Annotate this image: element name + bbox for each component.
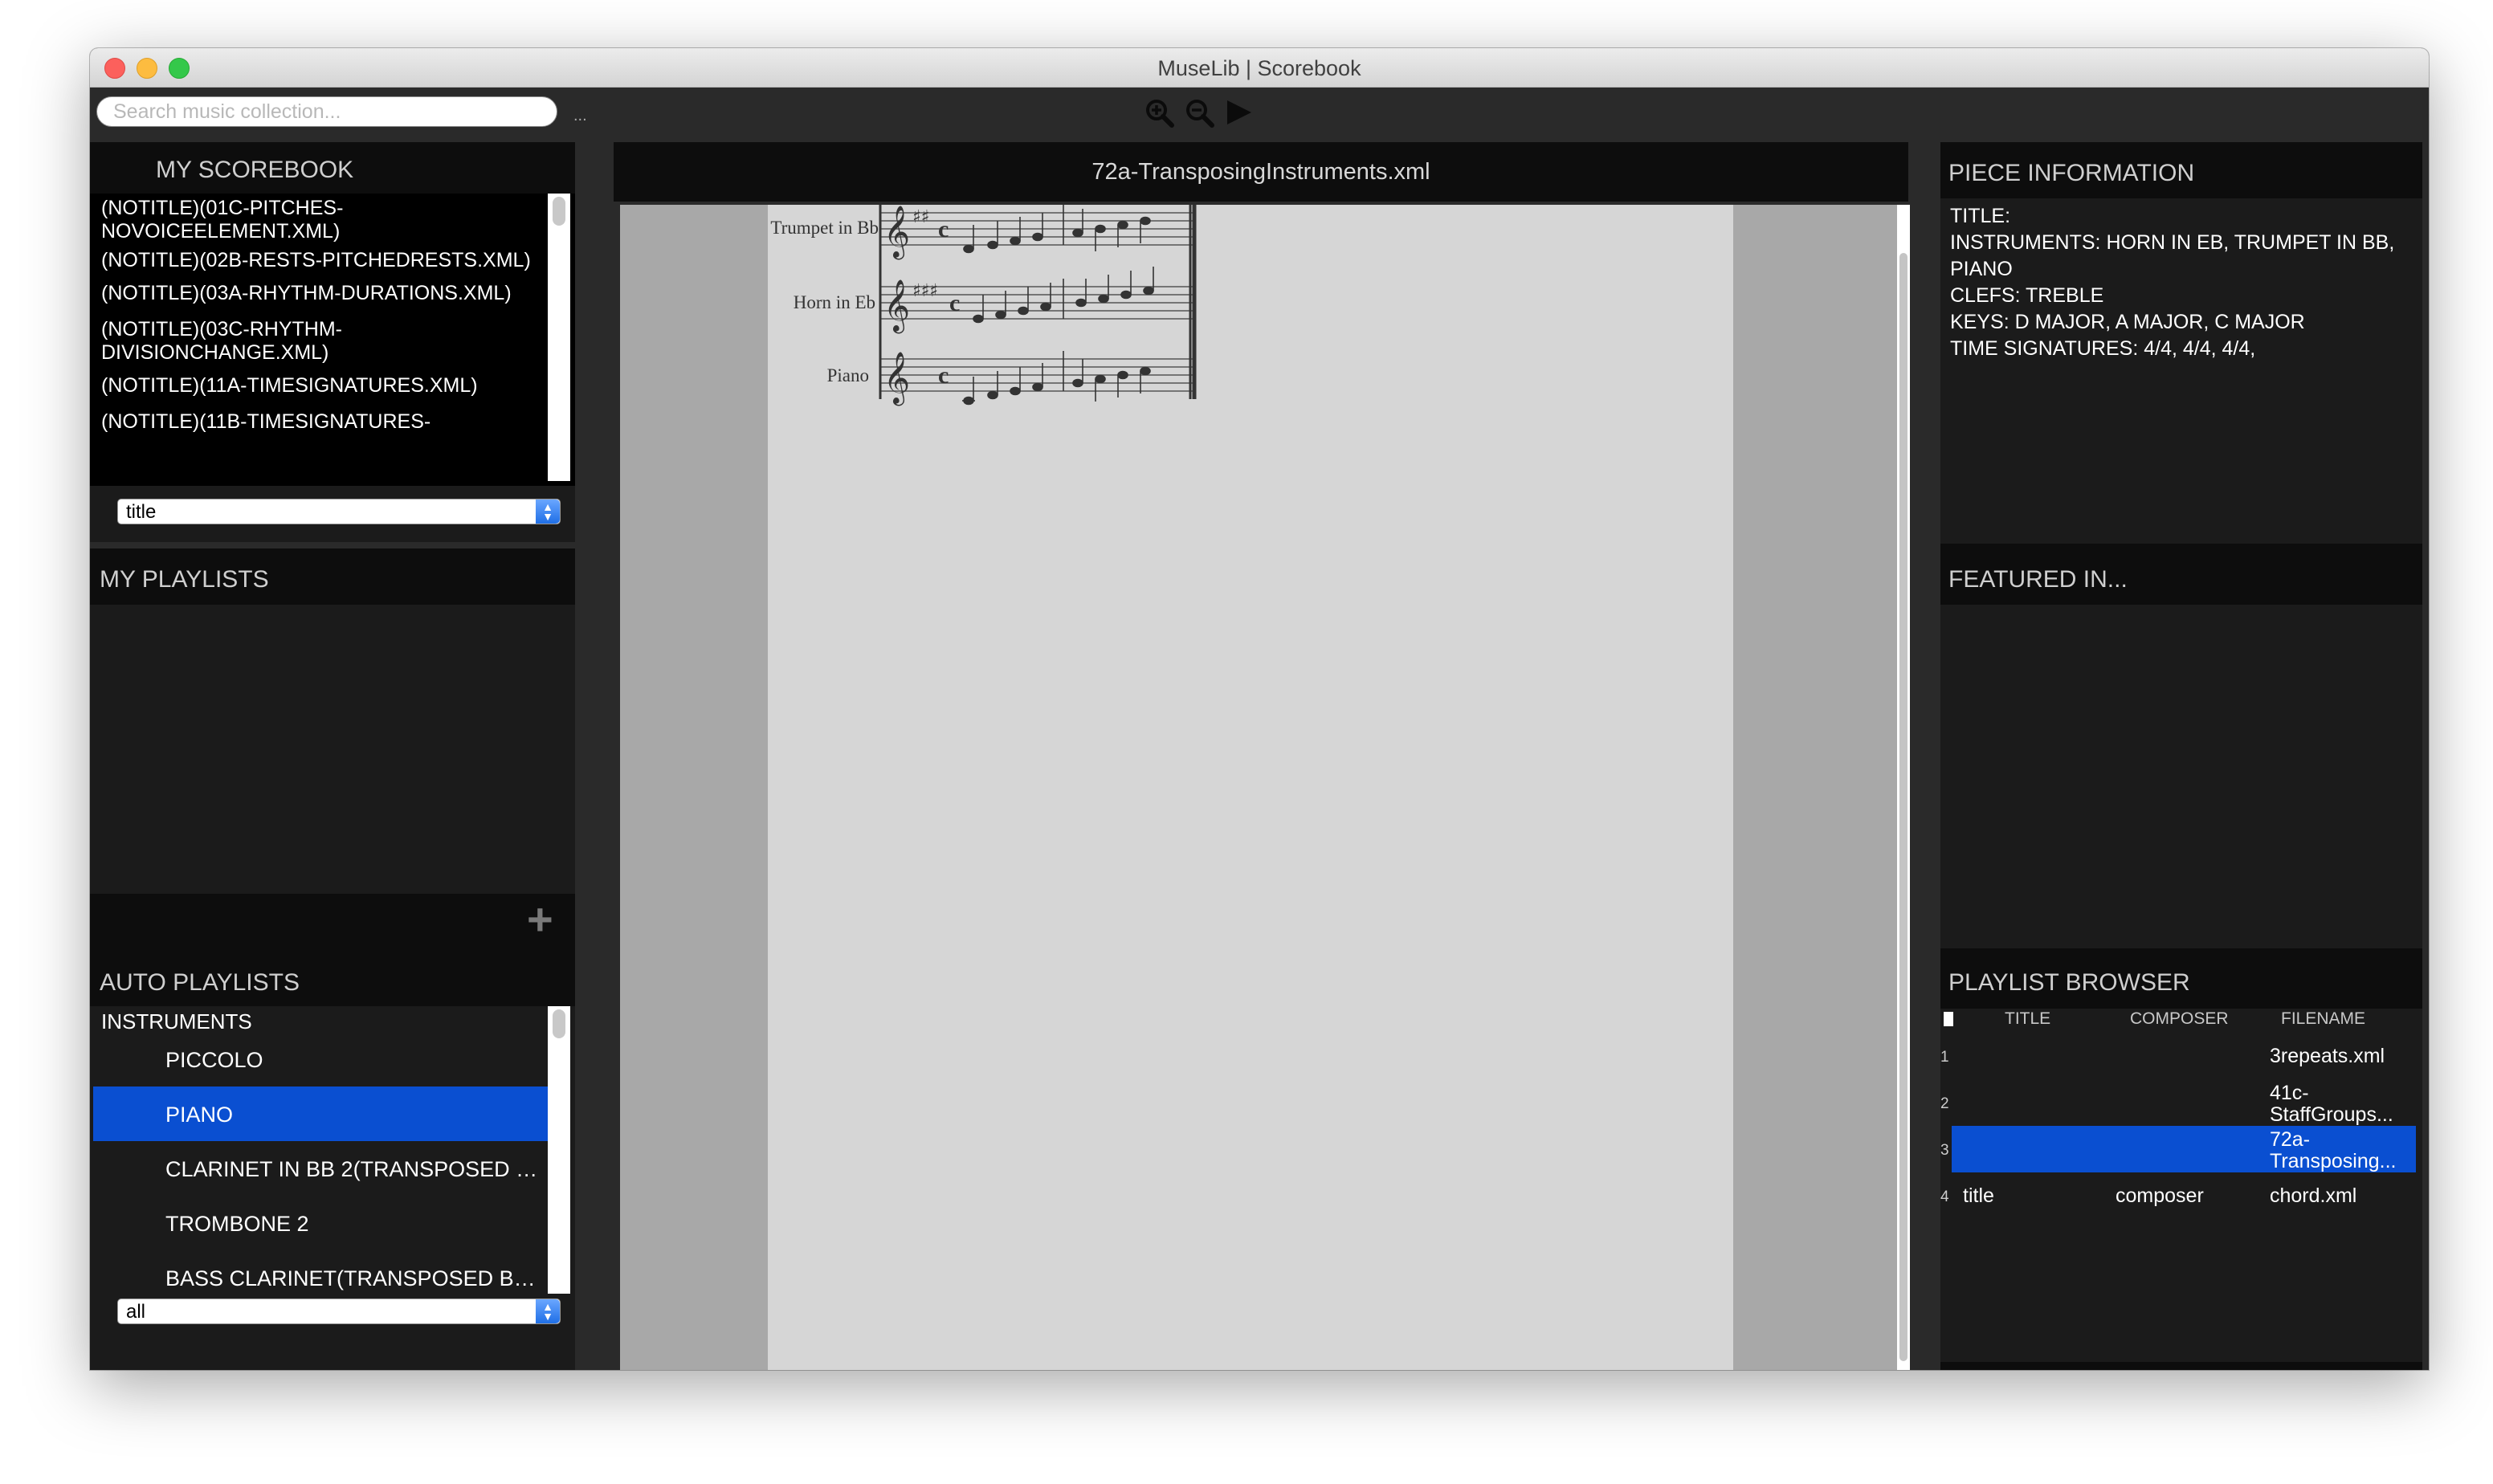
scrollbar-thumb[interactable] (553, 1009, 565, 1038)
auto-playlists-scrollbar[interactable] (548, 1006, 570, 1294)
toolbar: ... (90, 88, 2429, 137)
scorebook-item[interactable]: (NOTITLE)(02B-RESTS-PITCHEDRESTS.XML) (101, 249, 551, 272)
piece-info-panel: TITLE: INSTRUMENTS: HORN IN EB, TRUMPET … (1940, 198, 2422, 544)
play-icon[interactable] (1222, 97, 1255, 129)
playlists-footer: + (90, 894, 575, 948)
column-header-filename[interactable]: FILENAME (2281, 1009, 2365, 1029)
search-options[interactable]: ... (573, 107, 587, 125)
score-staves: Trumpet in Bb Horn in Eb Piano 𝄞 𝄞 𝄞 ♯♯ … (770, 205, 1197, 406)
score-viewer[interactable]: Trumpet in Bb Horn in Eb Piano 𝄞 𝄞 𝄞 ♯♯ … (620, 205, 1897, 1370)
row-number: 2 (1940, 1095, 1949, 1112)
scorebook-sort-select[interactable]: title ▲ ▼ (117, 499, 561, 524)
playlist-browser-row-selected[interactable]: 3 72a-Transposing... (1940, 1126, 2422, 1174)
staff-label: Trumpet in Bb (770, 218, 879, 238)
score-page: Trumpet in Bb Horn in Eb Piano 𝄞 𝄞 𝄞 ♯♯ … (768, 205, 1733, 1370)
chevron-updown-icon: ▲ ▼ (536, 1299, 560, 1323)
column-header-title[interactable]: TITLE (2005, 1009, 2050, 1029)
playlist-browser-row[interactable]: 2 41c-StaffGroups... (1940, 1079, 2422, 1126)
zoom-in-icon[interactable] (1144, 97, 1176, 129)
svg-text:𝄞: 𝄞 (883, 206, 910, 259)
piece-clefs: CLEFS: TREBLE (1950, 284, 2104, 307)
scorebook-item[interactable]: (NOTITLE)(11B-TIMESIGNATURES- (101, 410, 551, 434)
auto-playlist-item-selected[interactable]: PIANO (93, 1086, 548, 1141)
score-viewer-scrollbar[interactable] (1897, 205, 1910, 1370)
row-filename: chord.xml (2270, 1184, 2357, 1207)
piece-keys: KEYS: D MAJOR, A MAJOR, C MAJOR (1950, 311, 2305, 333)
row-number: 4 (1940, 1188, 1949, 1205)
piece-instruments: INSTRUMENTS: HORN IN EB, TRUMPET IN BB, … (1950, 231, 2395, 280)
auto-playlist-item[interactable]: CLARINET IN BB 2(TRANSPOSED BY -2) (93, 1141, 548, 1196)
auto-playlist-filter-select[interactable]: all ▲ ▼ (117, 1298, 561, 1324)
auto-playlist-item[interactable]: TROMBONE 2 (93, 1196, 548, 1250)
search-input[interactable] (96, 96, 557, 127)
column-header-composer[interactable]: COMPOSER (2130, 1009, 2229, 1029)
playlist-browser-row[interactable]: 1 3repeats.xml (1940, 1036, 2422, 1079)
auto-playlist-label: CLARINET IN BB 2(TRANSPOSED BY -2) (165, 1157, 545, 1181)
piece-info-header: PIECE INFORMATION (1940, 142, 2422, 198)
scorebook-scrollbar[interactable] (548, 194, 570, 481)
featured-header: FEATURED IN... (1940, 544, 2422, 605)
auto-playlist-label: PIANO (165, 1103, 234, 1127)
add-playlist-button[interactable]: + (527, 897, 553, 942)
svg-text:♯♯: ♯♯ (912, 207, 929, 227)
select-all-checkbox[interactable] (1944, 1012, 1953, 1026)
piece-time-signatures: TIME SIGNATURES: 4/4, 4/4, 4/4, (1950, 337, 2256, 360)
svg-text:c: c (949, 290, 960, 316)
scorebook-item[interactable]: (NOTITLE)(01C-PITCHES-NOVOICEELEMENT.XML… (101, 197, 551, 243)
zoom-out-icon[interactable] (1184, 97, 1216, 129)
auto-playlist-label: TROMBONE 2 (165, 1212, 309, 1236)
row-filename: 3repeats.xml (2270, 1045, 2385, 1067)
chevron-updown-icon: ▲ ▼ (536, 499, 560, 524)
row-number: 3 (1940, 1142, 1949, 1159)
scorebook-item[interactable]: (NOTITLE)(03A-RHYTHM-DURATIONS.XML) (101, 282, 551, 305)
scorebook-header: MY SCOREBOOK (90, 142, 575, 194)
row-number: 1 (1940, 1049, 1949, 1066)
auto-playlists-header: AUTO PLAYLISTS (90, 948, 575, 1006)
svg-text:♯♯♯: ♯♯♯ (912, 281, 938, 301)
sort-select-value: title (126, 501, 157, 523)
auto-playlist-item[interactable]: PICCOLO (93, 1032, 548, 1086)
title-bar: MuseLib | Scorebook (90, 48, 2429, 88)
score-filename: 72a-TransposingInstruments.xml (614, 142, 1908, 202)
row-filename: 41c-StaffGroups... (2270, 1082, 2393, 1126)
playlist-browser-columns: TITLE COMPOSER FILENAME (1940, 1009, 2422, 1028)
row-composer: composer (2116, 1184, 2204, 1207)
filter-select-value: all (126, 1301, 146, 1323)
playlists-list (90, 605, 575, 894)
panel-footer (1940, 1362, 2422, 1370)
playlist-browser-header: PLAYLIST BROWSER (1940, 948, 2422, 1009)
svg-text:𝄞: 𝄞 (883, 352, 910, 406)
scrollbar-thumb[interactable] (553, 197, 565, 226)
svg-text:c: c (938, 216, 949, 243)
staff-piano: Piano (827, 358, 1193, 392)
window-title: MuseLib | Scorebook (1157, 56, 1361, 80)
scorebook-item[interactable]: (NOTITLE)(03C-RHYTHM-DIVISIONCHANGE.XML) (101, 318, 551, 365)
scorebook-panel: (NOTITLE)(01C-PITCHES-NOVOICEELEMENT.XML… (90, 194, 575, 486)
scorebook-sort-bar: title ▲ ▼ (90, 486, 575, 542)
playlists-header: MY PLAYLISTS (90, 548, 575, 605)
svg-text:c: c (938, 362, 949, 389)
playlist-browser-row[interactable]: 4 title composer chord.xml (1940, 1174, 2422, 1219)
svg-text:𝄞: 𝄞 (883, 279, 910, 333)
auto-playlist-label: BASS CLARINET(TRANSPOSED BY -14) (165, 1266, 545, 1290)
scorebook-list: (NOTITLE)(01C-PITCHES-NOVOICEELEMENT.XML… (90, 194, 559, 434)
staff-label: Horn in Eb (794, 292, 875, 312)
auto-playlist-item[interactable]: BASS CLARINET(TRANSPOSED BY -14) (93, 1250, 548, 1297)
featured-list (1940, 605, 2422, 948)
scrollbar-thumb[interactable] (1899, 253, 1907, 1361)
auto-playlist-group[interactable]: INSTRUMENTS (101, 1009, 252, 1034)
scorebook-item[interactable]: (NOTITLE)(11A-TIMESIGNATURES.XML) (101, 374, 551, 398)
auto-playlists-panel: INSTRUMENTS PICCOLO PIANO CLARINET IN BB… (90, 1006, 575, 1297)
staff-trumpet: Trumpet in Bb (770, 212, 1193, 246)
staff-horn: Horn in Eb (794, 286, 1193, 320)
row-filename: 72a-Transposing... (2270, 1128, 2397, 1172)
app-window: MuseLib | Scorebook ... (90, 48, 2429, 1370)
row-title: title (1963, 1184, 1994, 1207)
piece-title: TITLE: (1950, 205, 2011, 227)
auto-playlist-label: PICCOLO (165, 1048, 263, 1072)
auto-playlists-filter-bar: all ▲ ▼ (90, 1297, 575, 1370)
staff-label: Piano (827, 365, 869, 385)
